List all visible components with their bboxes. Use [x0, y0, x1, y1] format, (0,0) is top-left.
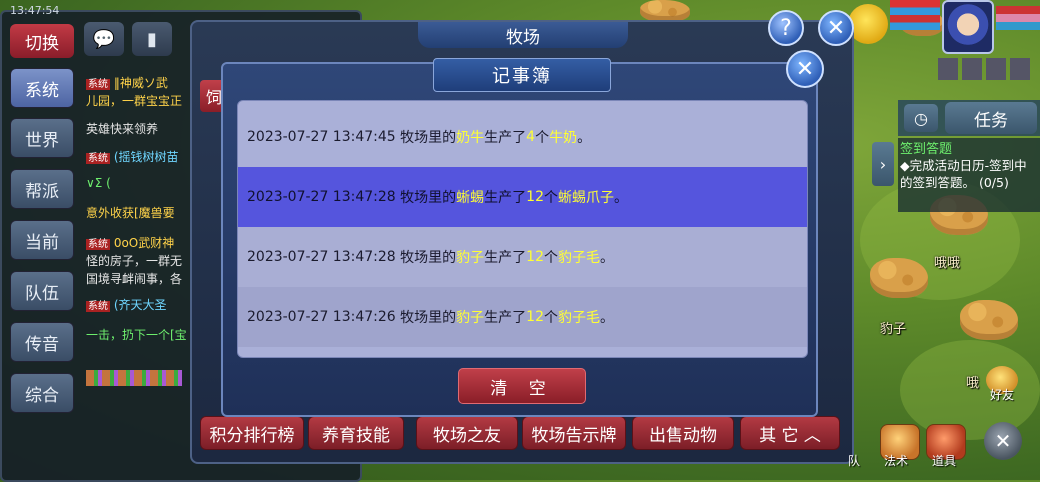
log-entry[interactable]: 2023-07-27 13:47:28 牧场里的 豹子 生产了 12 个豹子毛。	[238, 227, 807, 287]
close-pasture-icon[interactable]: ✕	[818, 10, 854, 46]
score-bars	[996, 6, 1040, 30]
channel-system[interactable]: 系统	[10, 68, 74, 108]
chat-line: 系统 (齐天大圣	[86, 298, 167, 312]
log-entry[interactable]: 2023-07-27 13:47:45 牧场里的 奶牛 生产了 4 个牛奶。	[238, 107, 807, 167]
status-buff-icons[interactable]	[938, 58, 1030, 80]
notebook-title: 记事簿	[492, 66, 552, 87]
chat-line: 系统 (摇钱树树苗	[86, 150, 179, 164]
leopard-sprite[interactable]	[640, 0, 690, 22]
npc-label: 豹子	[880, 322, 907, 337]
timer-icon[interactable]: ◷	[904, 104, 938, 132]
chat-line: 英雄快来领养	[86, 122, 159, 136]
tab-sell-animals[interactable]: 出售动物	[632, 416, 734, 450]
chat-line: 儿园，一群宝宝正	[86, 94, 183, 108]
leopard-sprite[interactable]	[870, 258, 928, 298]
pet-avatar[interactable]	[848, 4, 888, 44]
tab-breeding-skills[interactable]: 养育技能	[308, 416, 404, 450]
tab-other[interactable]: 其 它 ︿	[740, 416, 840, 450]
task-description: ◆完成活动日历-签到中的签到答题。 (0/5)	[900, 158, 1027, 190]
chat-line: 一击，扔下一个[宝	[86, 328, 187, 342]
notebook-dialog: 记事簿 2023-07-27 13:47:45 牧场里的 奶牛 生产了 4 个牛奶。 2…	[221, 58, 818, 417]
pasture-title: 牧场	[418, 22, 628, 48]
close-x-icon[interactable]: ✕	[984, 422, 1022, 460]
channel-whisper[interactable]: 传音	[10, 322, 74, 362]
chat-line: 系统 0oO武财神	[86, 236, 175, 250]
chevron-up-icon: ︿	[803, 425, 821, 446]
task-tab[interactable]: 任务	[945, 102, 1037, 134]
phone-icon[interactable]: ▮	[132, 22, 172, 56]
npc-label: 哦	[966, 376, 980, 391]
bottom-label-team: 队	[848, 454, 861, 468]
channel-all[interactable]: 综合	[10, 373, 74, 413]
tab-score-ranking[interactable]: 积分排行榜	[200, 416, 304, 450]
collapse-arrow-icon[interactable]: ›	[872, 142, 894, 186]
chat-line: 怪的房子，一群无	[86, 254, 183, 268]
notebook-title-bar: 记事簿	[433, 58, 611, 92]
tab-pasture-friends[interactable]: 牧场之友	[416, 416, 518, 450]
help-icon[interactable]: ?	[768, 10, 804, 46]
chat-line: ∨Σ (	[86, 176, 111, 190]
tab-pasture-notice[interactable]: 牧场告示牌	[522, 416, 626, 450]
chat-bubble-icon[interactable]: 💬	[84, 22, 124, 56]
chat-line: 意外收获[魔兽要	[86, 206, 175, 220]
close-notebook-icon[interactable]: ✕	[786, 50, 824, 88]
channel-guild[interactable]: 帮派	[10, 169, 74, 209]
log-entry-selected[interactable]: 2023-07-27 13:47:28 牧场里的 蜥蜴 生产了 12 个蜥蜴爪子。	[238, 167, 807, 227]
channel-team[interactable]: 队伍	[10, 271, 74, 311]
emoji-row	[86, 370, 182, 386]
bottom-label-spell: 法术	[884, 454, 909, 468]
chat-line: 国境寻衅闹事，各	[86, 272, 183, 286]
clear-button[interactable]: 清 空	[458, 368, 586, 404]
friend-label: 好友	[990, 388, 1015, 402]
character-avatar[interactable]	[942, 0, 994, 54]
chat-line: 系统 ‖神威ソ武	[86, 76, 168, 90]
switch-channel-button[interactable]: 切换	[10, 24, 74, 58]
clock: 13:47:54	[10, 4, 60, 17]
health-bars	[890, 0, 940, 30]
task-title: 签到答题	[900, 142, 953, 157]
leopard-sprite[interactable]	[960, 300, 1018, 340]
channel-world[interactable]: 世界	[10, 118, 74, 158]
bottom-label-items: 道具	[932, 454, 957, 468]
channel-current[interactable]: 当前	[10, 220, 74, 260]
npc-label: 哦哦	[934, 256, 961, 271]
notebook-log-list[interactable]: 2023-07-27 13:47:45 牧场里的 奶牛 生产了 4 个牛奶。 2023-…	[237, 100, 808, 358]
log-entry[interactable]: 2023-07-27 13:47:26 牧场里的 豹子 生产了 12 个豹子毛。	[238, 287, 807, 347]
